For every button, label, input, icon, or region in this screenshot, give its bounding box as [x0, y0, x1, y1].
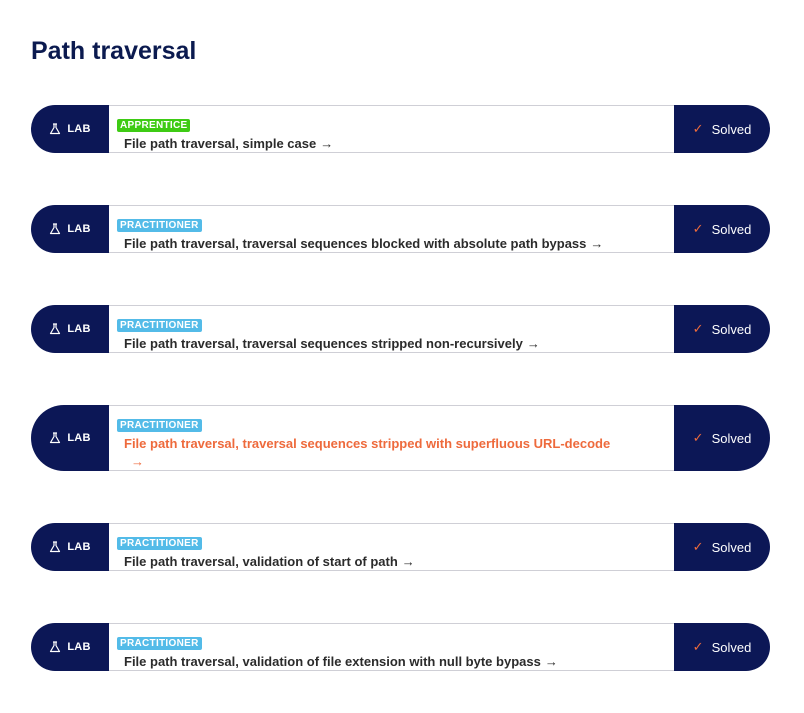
lab-row: LAB PRACTITIONER File path traversal, tr… — [31, 305, 770, 353]
lab-row: LAB PRACTITIONER File path traversal, va… — [31, 523, 770, 571]
arrow-right-icon: → — [590, 236, 604, 251]
lab-title-link[interactable]: File path traversal, simple case → — [124, 135, 674, 153]
lab-body: PRACTITIONER File path traversal, traver… — [109, 205, 674, 253]
lab-row: LAB PRACTITIONER File path traversal, tr… — [31, 205, 770, 253]
lab-label: LAB — [67, 223, 91, 235]
lab-title-text: File path traversal, validation of file … — [124, 654, 541, 669]
lab-label: LAB — [67, 323, 91, 335]
lab-label: LAB — [67, 641, 91, 653]
solved-status: ✓ Solved — [674, 523, 770, 571]
lab-body: APPRENTICE File path traversal, simple c… — [109, 105, 674, 153]
lab-label: LAB — [67, 432, 91, 444]
flask-icon — [49, 323, 61, 335]
solved-status: ✓ Solved — [674, 305, 770, 353]
lab-body: PRACTITIONER File path traversal, traver… — [109, 305, 674, 353]
level-badge: PRACTITIONER — [117, 219, 202, 232]
solved-status: ✓ Solved — [674, 205, 770, 253]
arrow-right-icon: → — [401, 554, 415, 569]
flask-icon — [49, 641, 61, 653]
check-icon: ✓ — [692, 430, 704, 445]
level-badge: APPRENTICE — [117, 119, 191, 132]
lab-title-link[interactable]: File path traversal, traversal sequences… — [124, 435, 674, 471]
lab-body: PRACTITIONER File path traversal, valida… — [109, 623, 674, 671]
solved-status: ✓ Solved — [674, 105, 770, 153]
flask-icon — [49, 541, 61, 553]
arrow-right-icon: → — [544, 654, 558, 669]
solved-status: ✓ Solved — [674, 623, 770, 671]
lab-title-text: File path traversal, simple case — [124, 136, 317, 151]
check-icon: ✓ — [692, 539, 704, 554]
check-icon: ✓ — [692, 321, 704, 336]
lab-badge: LAB — [31, 405, 109, 471]
lab-badge: LAB — [31, 523, 109, 571]
arrow-right-icon: → — [131, 454, 144, 469]
lab-body: PRACTITIONER File path traversal, valida… — [109, 523, 674, 571]
lab-badge: LAB — [31, 105, 109, 153]
lab-title-link[interactable]: File path traversal, traversal sequences… — [124, 335, 674, 353]
status-label: Solved — [711, 639, 752, 655]
status-label: Solved — [711, 121, 752, 137]
check-icon: ✓ — [692, 639, 704, 654]
flask-icon — [49, 432, 61, 444]
lab-title-text: File path traversal, traversal sequences… — [124, 436, 611, 451]
lab-title-link[interactable]: File path traversal, traversal sequences… — [124, 235, 674, 253]
lab-title-text: File path traversal, traversal sequences… — [124, 236, 587, 251]
arrow-right-icon: → — [320, 136, 334, 151]
lab-title-link[interactable]: File path traversal, validation of file … — [124, 653, 674, 671]
check-icon: ✓ — [692, 121, 704, 136]
lab-body: PRACTITIONER File path traversal, traver… — [109, 405, 674, 471]
lab-label: LAB — [67, 541, 91, 553]
flask-icon — [49, 123, 61, 135]
flask-icon — [49, 223, 61, 235]
lab-row: LAB PRACTITIONER File path traversal, tr… — [31, 405, 770, 471]
lab-badge: LAB — [31, 205, 109, 253]
lab-title-text: File path traversal, traversal sequences… — [124, 336, 523, 351]
level-badge: PRACTITIONER — [117, 319, 202, 332]
check-icon: ✓ — [692, 221, 704, 236]
lab-badge: LAB — [31, 305, 109, 353]
status-label: Solved — [711, 539, 752, 555]
solved-status: ✓ Solved — [674, 405, 770, 471]
lab-row: LAB APPRENTICE File path traversal, simp… — [31, 105, 770, 153]
lab-label: LAB — [67, 123, 91, 135]
lab-title-link[interactable]: File path traversal, validation of start… — [124, 553, 674, 571]
status-label: Solved — [711, 221, 752, 237]
lab-row: LAB PRACTITIONER File path traversal, va… — [31, 623, 770, 671]
status-label: Solved — [711, 321, 752, 337]
level-badge: PRACTITIONER — [117, 537, 202, 550]
level-badge: PRACTITIONER — [117, 419, 202, 432]
arrow-right-icon: → — [526, 336, 540, 351]
page-title: Path traversal — [31, 37, 197, 65]
lab-title-text: File path traversal, validation of start… — [124, 554, 398, 569]
level-badge: PRACTITIONER — [117, 637, 202, 650]
lab-badge: LAB — [31, 623, 109, 671]
status-label: Solved — [711, 430, 752, 446]
